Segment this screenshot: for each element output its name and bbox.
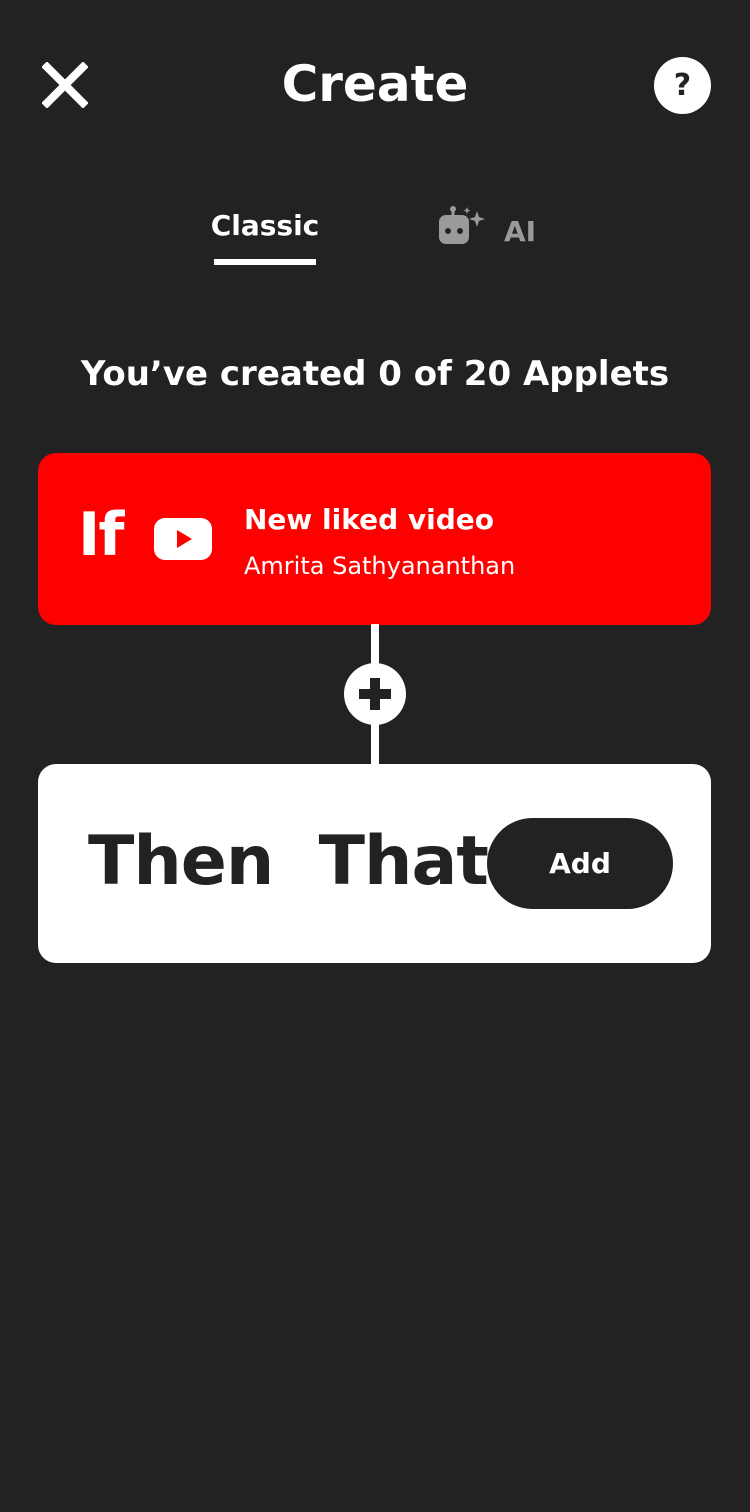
if-trigger-card[interactable]: If New liked video Amrita Sathyananthan [38,453,711,625]
applet-count-text: You’ve created 0 of 20 Applets [80,354,670,394]
add-action-button[interactable]: Add [487,818,673,909]
then-that-label: Then That [88,822,489,901]
plus-icon [359,678,391,710]
youtube-icon [154,518,212,560]
robot-sparkle-icon [439,206,485,244]
tab-ai[interactable]: AI [436,202,546,252]
add-step-button[interactable] [344,663,406,725]
help-button[interactable]: ? [654,57,711,114]
tab-classic[interactable]: Classic [210,205,320,267]
trigger-account-name: Amrita Sathyananthan [244,552,516,580]
trigger-title: New liked video [244,503,495,536]
tab-classic-label: Classic [210,209,320,242]
then-action-card: Then That Add [38,764,711,963]
tab-ai-label: AI [504,214,537,248]
page-title: Create [281,55,469,113]
help-icon: ? [673,67,692,103]
tab-selected-indicator [214,259,316,265]
if-label: If [78,500,124,570]
add-action-label: Add [549,847,611,880]
